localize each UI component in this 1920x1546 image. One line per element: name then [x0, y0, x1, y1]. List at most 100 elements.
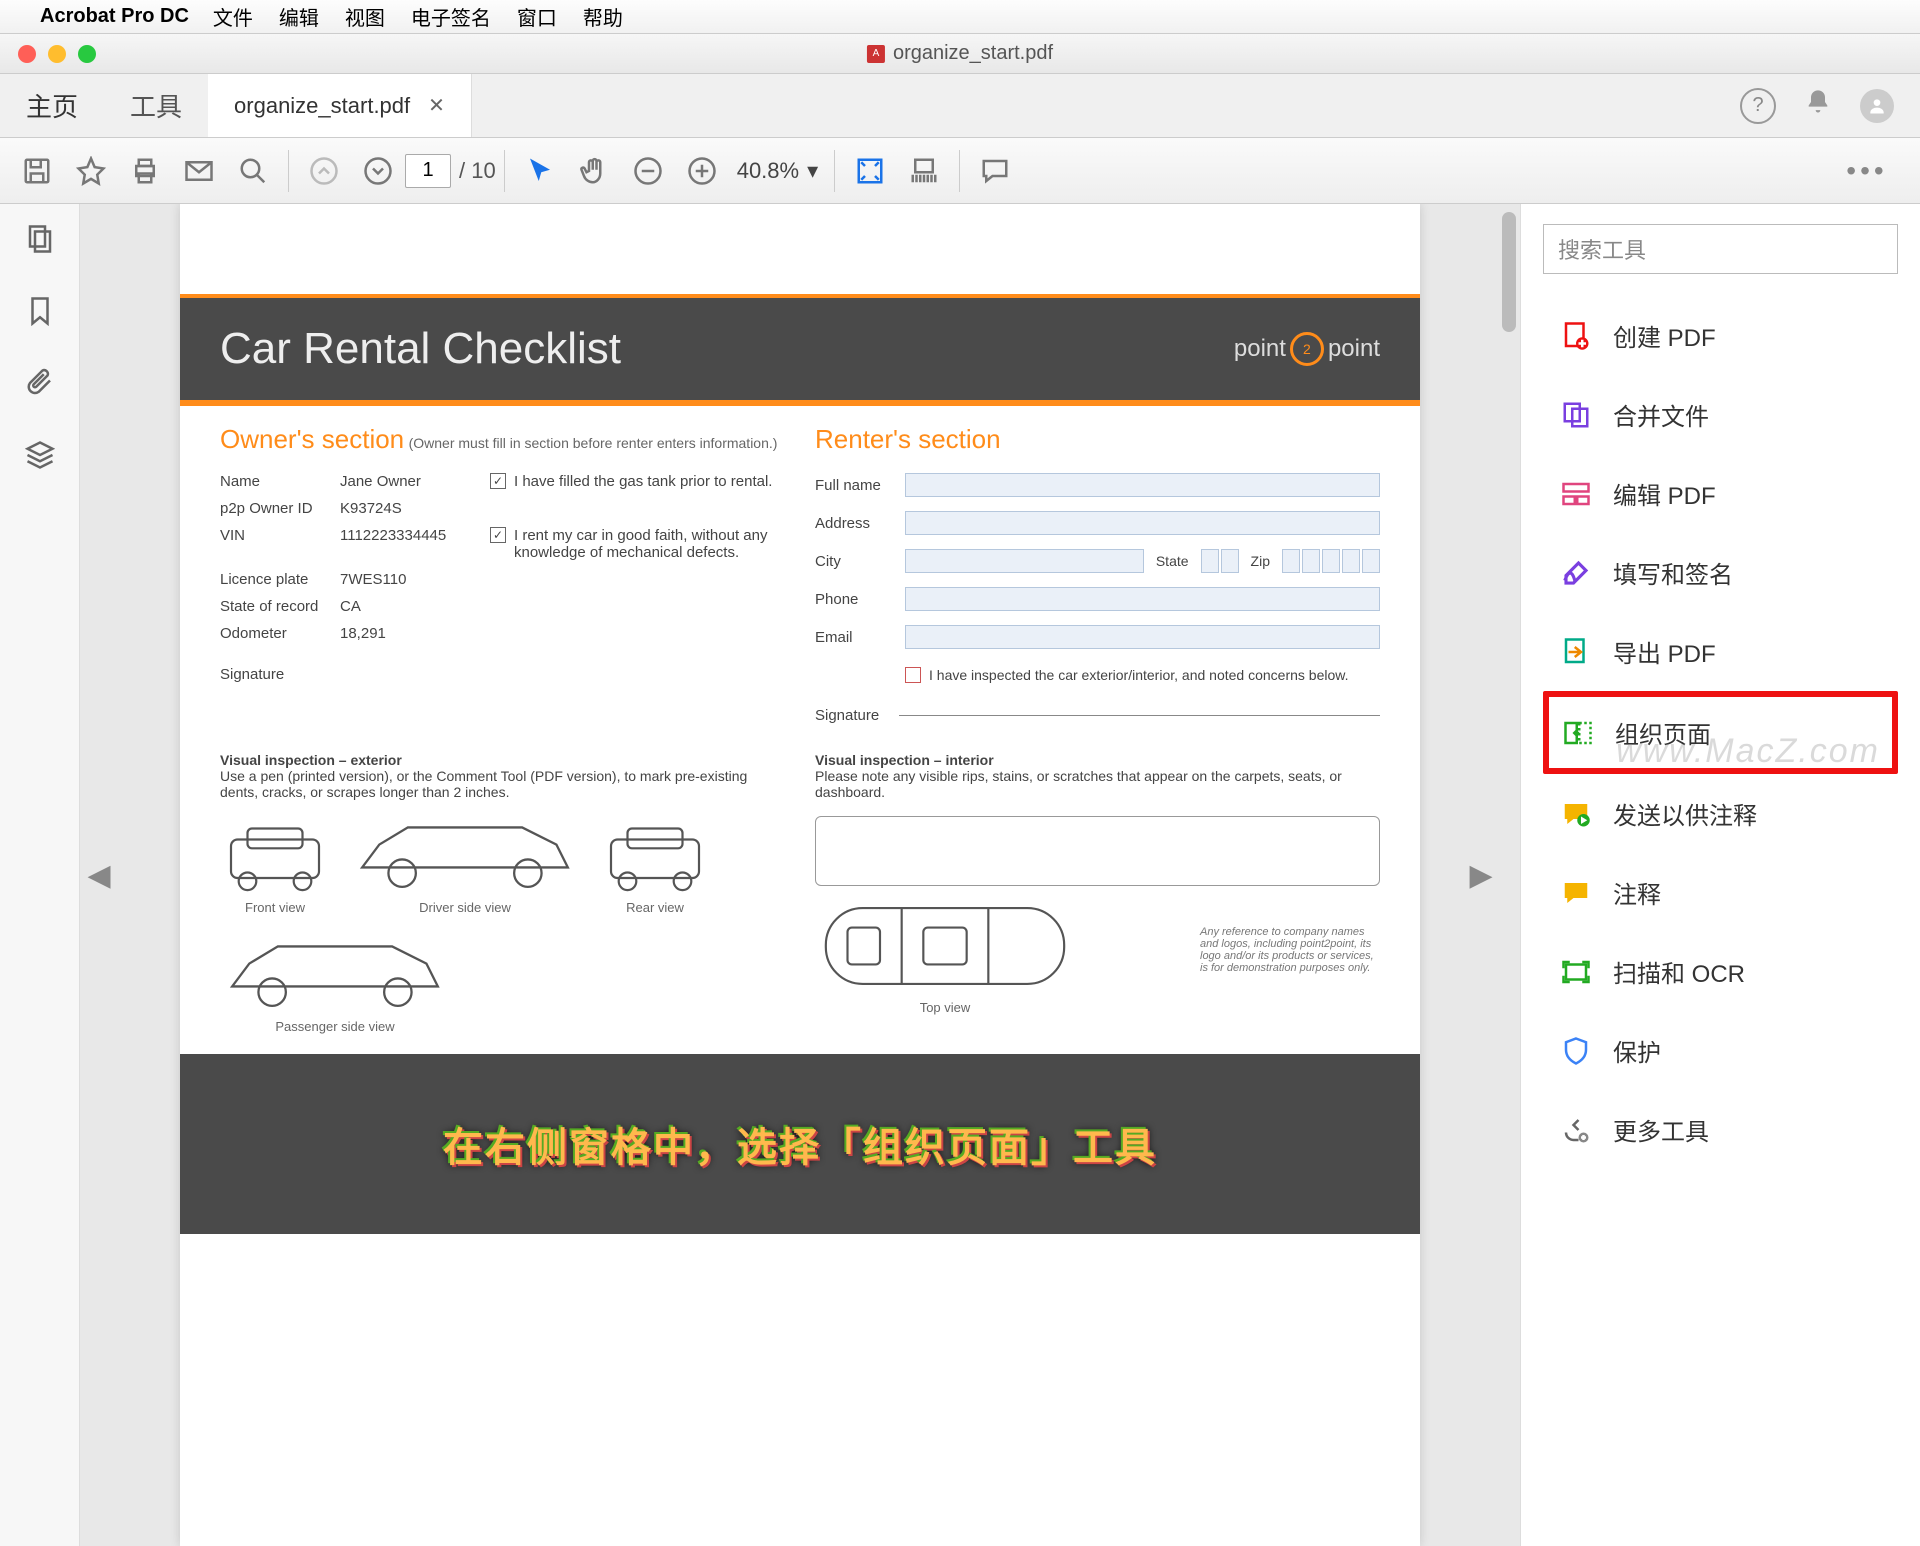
- car-top-label: Top view: [920, 1000, 971, 1015]
- checkbox-icon[interactable]: [905, 667, 921, 683]
- notifications-icon[interactable]: [1804, 88, 1832, 123]
- owner-label-vin: VIN: [220, 527, 340, 544]
- tool-fill-sign[interactable]: 填写和签名: [1543, 533, 1898, 612]
- search-tools-input[interactable]: 搜索工具: [1543, 224, 1898, 274]
- zip-box[interactable]: [1302, 549, 1320, 573]
- zip-box[interactable]: [1282, 549, 1300, 573]
- tool-comment[interactable]: 注释: [1543, 853, 1898, 932]
- app-name: Acrobat Pro DC: [40, 5, 189, 28]
- tool-create-pdf[interactable]: 创建 PDF: [1543, 296, 1898, 375]
- collapse-right-panel-icon[interactable]: ▶: [1466, 845, 1496, 905]
- menu-edit[interactable]: 编辑: [279, 2, 319, 31]
- owner-chk1: I have filled the gas tank prior to rent…: [514, 473, 772, 490]
- owner-label-state: State of record: [220, 598, 340, 615]
- print-icon[interactable]: [118, 144, 172, 198]
- owner-label-odo: Odometer: [220, 625, 340, 642]
- tool-organize-pages[interactable]: 组织页面: [1543, 691, 1898, 774]
- zoom-in-icon[interactable]: [675, 144, 729, 198]
- page-up-icon[interactable]: [297, 144, 351, 198]
- attachment-icon[interactable]: [25, 368, 55, 406]
- fit-page-icon[interactable]: [843, 144, 897, 198]
- pdf-file-icon: A: [867, 45, 885, 63]
- owner-section: Owner's section (Owner must fill in sect…: [220, 424, 785, 724]
- page-total-label: / 10: [459, 158, 496, 184]
- owner-label-name: Name: [220, 473, 340, 490]
- search-icon[interactable]: [226, 144, 280, 198]
- renter-email-field[interactable]: [905, 625, 1380, 649]
- tool-edit-pdf[interactable]: 编辑 PDF: [1543, 454, 1898, 533]
- menu-window[interactable]: 窗口: [517, 2, 557, 31]
- owner-value-vin: 1112223334445: [340, 527, 490, 544]
- close-window-button[interactable]: [18, 45, 36, 63]
- tab-tools[interactable]: 工具: [104, 74, 208, 137]
- owner-label-plate: Licence plate: [220, 571, 340, 588]
- expand-left-panel-icon[interactable]: ◀: [84, 845, 114, 905]
- vis-int-heading: Visual inspection – interior: [815, 752, 994, 768]
- tool-label: 创建 PDF: [1613, 318, 1716, 353]
- menu-sign[interactable]: 电子签名: [411, 2, 491, 31]
- disclaimer-text: Any reference to company names and logos…: [1200, 926, 1380, 974]
- tool-more[interactable]: 更多工具: [1543, 1090, 1898, 1169]
- comment-icon[interactable]: [968, 144, 1022, 198]
- layers-icon[interactable]: [25, 440, 55, 478]
- tool-label: 注释: [1613, 875, 1661, 910]
- car-driver-label: Driver side view: [419, 900, 511, 915]
- fit-width-icon[interactable]: [897, 144, 951, 198]
- owner-subtext: (Owner must fill in section before rente…: [409, 435, 778, 451]
- tutorial-caption: 在右侧窗格中，选择「组织页面」工具: [443, 1115, 1157, 1173]
- tool-protect[interactable]: 保护: [1543, 1011, 1898, 1090]
- user-avatar-icon[interactable]: [1860, 89, 1894, 123]
- tab-document-label: organize_start.pdf: [234, 93, 410, 119]
- tool-label: 编辑 PDF: [1613, 476, 1716, 511]
- tool-export-pdf[interactable]: 导出 PDF: [1543, 612, 1898, 691]
- thumbnails-icon[interactable]: [25, 224, 55, 262]
- zip-box[interactable]: [1362, 549, 1380, 573]
- renter-address-field[interactable]: [905, 511, 1380, 535]
- vertical-scrollbar[interactable]: [1502, 212, 1516, 332]
- state-box[interactable]: [1221, 549, 1239, 573]
- close-tab-icon[interactable]: ✕: [428, 93, 445, 118]
- star-icon[interactable]: [64, 144, 118, 198]
- owner-signature-label: Signature: [220, 666, 284, 683]
- document-viewport[interactable]: ◀ ▶ Car Rental Checklist point 2 point O…: [80, 204, 1520, 1546]
- bookmark-icon[interactable]: [25, 296, 55, 334]
- mail-icon[interactable]: [172, 144, 226, 198]
- renter-fullname-field[interactable]: [905, 473, 1380, 497]
- zoom-out-icon[interactable]: [621, 144, 675, 198]
- owner-value-odo: 18,291: [340, 625, 490, 642]
- minimize-window-button[interactable]: [48, 45, 66, 63]
- tool-combine[interactable]: 合并文件: [1543, 375, 1898, 454]
- selection-tool-icon[interactable]: [513, 144, 567, 198]
- tool-send-review[interactable]: 发送以供注释: [1543, 774, 1898, 853]
- help-icon[interactable]: ?: [1740, 88, 1776, 124]
- vis-int-text: Please note any visible rips, stains, or…: [815, 768, 1342, 800]
- owner-heading: Owner's section: [220, 424, 404, 454]
- tab-home[interactable]: 主页: [0, 74, 104, 137]
- menu-file[interactable]: 文件: [213, 2, 253, 31]
- tab-document-active[interactable]: organize_start.pdf ✕: [208, 74, 472, 137]
- vis-ext-heading: Visual inspection – exterior: [220, 752, 402, 768]
- hand-tool-icon[interactable]: [567, 144, 621, 198]
- page-down-icon[interactable]: [351, 144, 405, 198]
- tool-label: 扫描和 OCR: [1613, 954, 1745, 989]
- zoom-select[interactable]: 40.8% ▾: [729, 158, 826, 184]
- pdf-page: Car Rental Checklist point 2 point Owner…: [180, 204, 1420, 1546]
- save-icon[interactable]: [10, 144, 64, 198]
- renter-city-field[interactable]: [905, 549, 1144, 573]
- state-box[interactable]: [1201, 549, 1219, 573]
- renter-phone-field[interactable]: [905, 587, 1380, 611]
- checkbox-icon: ✓: [490, 473, 506, 489]
- zip-box[interactable]: [1342, 549, 1360, 573]
- checkbox-icon: ✓: [490, 527, 506, 543]
- vis-ext-text: Use a pen (printed version), or the Comm…: [220, 768, 747, 800]
- tool-label: 保护: [1613, 1033, 1661, 1068]
- menu-help[interactable]: 帮助: [583, 2, 623, 31]
- menu-view[interactable]: 视图: [345, 2, 385, 31]
- page-current-field[interactable]: [405, 154, 451, 188]
- tool-scan-ocr[interactable]: 扫描和 OCR: [1543, 932, 1898, 1011]
- renter-label-fullname: Full name: [815, 477, 905, 494]
- page-number-input[interactable]: / 10: [405, 154, 496, 188]
- zip-box[interactable]: [1322, 549, 1340, 573]
- maximize-window-button[interactable]: [78, 45, 96, 63]
- more-icon[interactable]: •••: [1840, 144, 1894, 198]
